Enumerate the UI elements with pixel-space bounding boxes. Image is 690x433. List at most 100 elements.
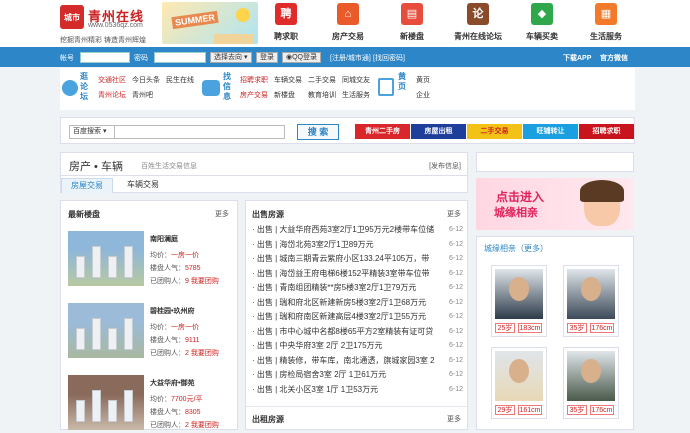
nav-item-3[interactable]: 论青州在线论坛 xyxy=(448,3,508,42)
nav-item-5[interactable]: ▦ 生活服务 xyxy=(576,3,636,42)
channel-link[interactable]: 民生在线 xyxy=(166,73,200,88)
nav-item-4[interactable]: ◆ 车辆买卖 xyxy=(512,3,572,42)
tower-icon xyxy=(76,256,85,278)
sale-listing[interactable]: · 出售 | 海岱北苑3室2厅1卫89万元 6-12 xyxy=(252,237,463,251)
sale-listing[interactable]: · 出售 | 市中心城中名都8楼65平方2室精装有证可贷 6-12 xyxy=(252,324,463,338)
nav-item-0[interactable]: 聘聘求职 xyxy=(256,3,316,42)
channel-link[interactable]: 黄页 xyxy=(416,73,452,88)
sale-listing[interactable]: · 出售 | 北关小区3室 1厅 1卫53万元 6-12 xyxy=(252,382,463,396)
channel-link[interactable]: 同城交友 xyxy=(342,73,376,88)
channel-link[interactable]: 交通社区 xyxy=(98,73,132,88)
sale-more-link[interactable]: 更多 xyxy=(447,209,461,219)
search-engine-select[interactable]: 百度搜索 ▾ xyxy=(69,125,115,139)
wechat-link[interactable]: 官方微信 xyxy=(600,53,628,63)
nav-icon-1: ⌂ xyxy=(337,3,359,25)
building-info-row: 均价：一房一价 xyxy=(150,252,199,259)
sale-listing[interactable]: · 出售 | 青南组团精装**房5楼3室2厅1卫79万元 6-12 xyxy=(252,281,463,294)
channel-link[interactable]: 青州论坛 xyxy=(98,88,132,103)
tower-icon xyxy=(92,390,101,422)
qq-login-button[interactable]: ◉QQ登录 xyxy=(282,52,321,63)
promo-line1: 点击进入 xyxy=(496,190,545,204)
password-input[interactable] xyxy=(154,52,206,63)
profile-photo[interactable] xyxy=(495,351,543,401)
channel-link[interactable]: 青州吧 xyxy=(132,88,166,103)
nav-label: 青州在线论坛 xyxy=(454,32,502,41)
channel-link[interactable]: 二手交易 xyxy=(308,73,342,88)
download-app-link[interactable]: 下载APP xyxy=(563,53,591,63)
site-logo[interactable]: 城市 xyxy=(60,5,84,29)
face-icon xyxy=(581,359,601,383)
dating-panel: 城缘相亲（更多） 25岁 183cm 35岁 176cm 29岁 161cm 35岁 176c… xyxy=(476,236,634,430)
quick-tag-3[interactable]: 旺铺转让 xyxy=(523,124,578,139)
channel-link[interactable]: 新楼盘 xyxy=(274,88,308,103)
tab-housing[interactable]: 房屋交易 xyxy=(61,178,113,193)
search-input[interactable] xyxy=(115,125,285,139)
publish-link[interactable]: [发布信息] xyxy=(429,161,461,171)
profile-age: 25岁 xyxy=(495,323,515,333)
profile-photo[interactable] xyxy=(567,351,615,401)
nav-item-1[interactable]: ⌂ 房产交易 xyxy=(318,3,378,42)
channel-nav: 逛论坛 交通社区 今日头条 民生在线青州论坛 青州吧 找信息 招聘求职 车辆交易 二手交易… xyxy=(60,68,635,110)
sale-listing[interactable]: · 出售 | 精装修，带车库，南北通透，旗城家园3室 2 6-12 xyxy=(252,353,463,367)
account-input[interactable] xyxy=(80,52,130,63)
new-buildings-panel: 最新楼盘 更多 南阳澜庭 均价：一房一价 楼盘人气：5785 已团购人：9 我要团购碧… xyxy=(60,200,238,430)
dating-profile-card[interactable]: 25岁 183cm xyxy=(491,265,547,337)
rent-more-link[interactable]: 更多 xyxy=(447,414,461,424)
tower-icon xyxy=(124,246,133,278)
quick-tag-4[interactable]: 招聘求职 xyxy=(579,124,634,139)
search-button[interactable]: 搜 索 xyxy=(297,124,339,140)
login-button[interactable]: 登录 xyxy=(256,52,278,63)
channel-link[interactable]: 房产交易 xyxy=(240,88,274,103)
sale-listing[interactable]: · 出售 | 房检局宿舍3室 2厅 1卫61万元 6-12 xyxy=(252,368,463,381)
section-tabs: 房屋交易 车辆交易 xyxy=(60,176,468,193)
channel-link[interactable]: 车辆交易 xyxy=(274,73,308,88)
building-name[interactable]: 碧桂园•玖州府 xyxy=(150,306,194,316)
dating-promo-banner[interactable]: 点击进入 城缘相亲 xyxy=(476,178,634,230)
destination-select[interactable]: 选择去向 ▾ xyxy=(210,52,252,63)
quick-tag-0[interactable]: 青州二手房 xyxy=(355,124,410,139)
building-card[interactable]: 南阳澜庭 均价：一房一价 楼盘人气：5785 已团购人：9 我要团购 xyxy=(68,231,232,289)
listing-date: 6-12 xyxy=(445,281,463,294)
sand-icon xyxy=(214,34,254,44)
nav-label: 生活服务 xyxy=(590,32,622,41)
info-section-icon: 找信息 xyxy=(223,72,231,101)
nav-label: 房产交易 xyxy=(332,32,364,41)
sale-listing[interactable]: · 出售 | 瑞和府南区新建高层4楼3室2厅1卫55万元 6-12 xyxy=(252,310,463,323)
channel-link[interactable]: 企业 xyxy=(416,88,452,103)
building-photo[interactable] xyxy=(68,303,144,358)
quick-tag-2[interactable]: 二手交易 xyxy=(467,124,522,139)
dating-title[interactable]: 城缘相亲（更多） xyxy=(484,243,548,254)
nav-item-2[interactable]: ▤ 新楼盘 xyxy=(382,3,442,42)
profile-photo[interactable] xyxy=(567,269,615,319)
summer-banner[interactable]: SUMMER xyxy=(162,2,258,44)
sale-listing[interactable]: · 出售 | 城南三期青云紫府小区133.24平105万，带 6-12 xyxy=(252,252,463,265)
sale-listing[interactable]: · 出售 | 海岱益王府电梯6楼152平精装3室带车位带 6-12 xyxy=(252,266,463,280)
sale-listing[interactable]: · 出售 | 中央华府3室 2厅 2卫175万元 6-12 xyxy=(252,339,463,352)
building-photo[interactable] xyxy=(68,231,144,286)
channel-link[interactable]: 生活服务 xyxy=(342,88,376,103)
building-photo[interactable] xyxy=(68,375,144,430)
site-header: 城市 青州在线 www.0536qz.com 挖掘青州精彩 铸造青州辉煌 SUM… xyxy=(0,0,690,47)
sale-listing[interactable]: · 出售 | 大益华府西苑3室2厅1卫95万元2楼带车位储 6-12 xyxy=(252,223,463,236)
profile-photo[interactable] xyxy=(495,269,543,319)
face-icon xyxy=(509,359,529,383)
forum-section-icon: 逛论坛 xyxy=(80,72,88,101)
building-name[interactable]: 大益华府•御苑 xyxy=(150,378,194,388)
building-name[interactable]: 南阳澜庭 xyxy=(150,234,178,244)
sale-listing[interactable]: · 出售 | 瑞和府北区新建新房5楼3室2厅1卫68万元 6-12 xyxy=(252,295,463,309)
channel-link[interactable]: 今日头条 xyxy=(132,73,166,88)
dating-profile-card[interactable]: 29岁 161cm xyxy=(491,347,547,419)
buildings-more-link[interactable]: 更多 xyxy=(215,209,229,219)
nav-label: 车辆买卖 xyxy=(526,32,558,41)
quick-tag-1[interactable]: 房屋出租 xyxy=(411,124,466,139)
forgot-password-link[interactable]: [找回密码] xyxy=(373,53,405,63)
channel-link[interactable]: 教育培训 xyxy=(308,88,342,103)
building-card[interactable]: 碧桂园•玖州府 均价：一房一价 楼盘人气：9111 已团购人：2 我要团购 xyxy=(68,303,232,361)
building-card[interactable]: 大益华府•御苑 均价：7700元/平 楼盘人气：8305 已团购人：2 我要团购 xyxy=(68,375,232,433)
dating-profile-card[interactable]: 35岁 176cm xyxy=(563,265,619,337)
register-link[interactable]: [注册/城市通] xyxy=(330,53,371,63)
sidebar-top-box xyxy=(476,152,634,172)
channel-link[interactable]: 招聘求职 xyxy=(240,73,274,88)
dating-profile-card[interactable]: 35岁 176cm xyxy=(563,347,619,419)
tab-vehicles[interactable]: 车辆交易 xyxy=(117,178,169,193)
